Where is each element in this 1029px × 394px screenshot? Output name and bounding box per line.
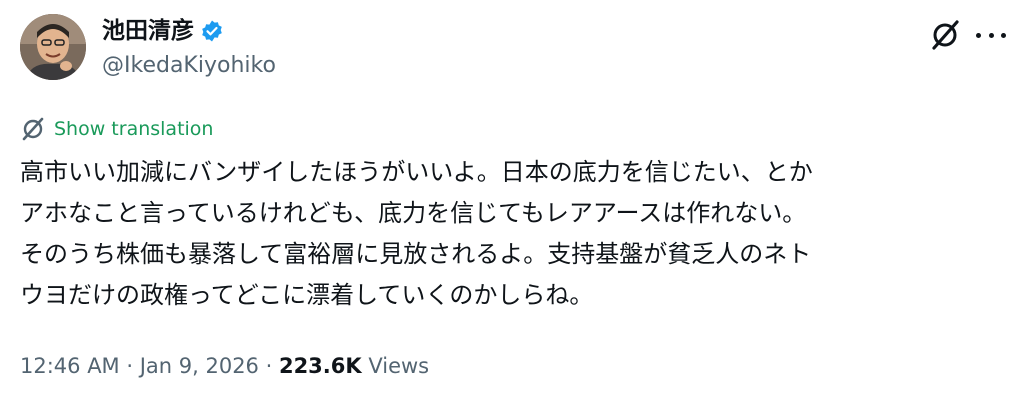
show-translation-label: Show translation: [54, 118, 214, 140]
more-dot: [988, 32, 994, 38]
avatar[interactable]: [20, 14, 86, 80]
meta-separator: ·: [119, 354, 140, 378]
more-icon[interactable]: [976, 22, 1006, 48]
tweet-text: 高市いい加減にバンザイしたほうがいいよ。日本の底力を信じたい、とか アホなこと言…: [20, 158, 813, 309]
show-translation-button[interactable]: Show translation: [20, 116, 213, 142]
tweet: 池田清彦 @IkedaKiyohiko Show translation 高市い…: [0, 0, 1029, 394]
translate-icon: [20, 116, 46, 142]
author-name-row: 池田清彦: [102, 16, 224, 46]
author-handle[interactable]: @IkedaKiyohiko: [102, 52, 276, 80]
views-label: Views: [361, 354, 430, 378]
tweet-time[interactable]: 12:46 AM: [20, 354, 120, 378]
tweet-date[interactable]: Jan 9, 2026: [140, 354, 259, 378]
views-count: 223.6K: [278, 354, 362, 378]
more-dot: [1001, 32, 1006, 38]
author-name[interactable]: 池田清彦: [102, 16, 194, 46]
verified-badge-icon[interactable]: [200, 19, 224, 43]
meta-separator: ·: [258, 354, 279, 378]
tweet-meta: 12:46 AM · Jan 9, 2026 · 223.6K Views: [20, 352, 429, 380]
grok-icon[interactable]: [928, 18, 962, 52]
avatar-image: [20, 14, 86, 80]
more-dot: [976, 32, 981, 38]
